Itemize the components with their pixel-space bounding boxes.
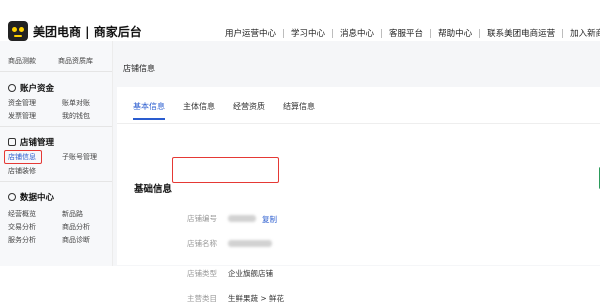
sidebar-item-bill-reconcile[interactable]: 账单对账: [62, 98, 90, 108]
sidebar-item-store-decoration[interactable]: 店铺装修: [8, 166, 36, 176]
tab-qualifications[interactable]: 经营资质: [233, 101, 265, 120]
group-title-label: 店铺管理: [20, 138, 55, 148]
sidebar-group-account-funds[interactable]: 账户资金: [8, 82, 54, 94]
tab-bar: 基本信息 主体信息 经营资质 结算信息: [133, 101, 333, 120]
nav-help[interactable]: 帮助中心: [431, 27, 479, 39]
sidebar-item-product-analysis[interactable]: 商品分析: [62, 222, 90, 232]
sidebar-item-trade-analysis[interactable]: 交易分析: [8, 222, 36, 232]
page-title: 店铺信息: [123, 64, 155, 73]
brand[interactable]: 美团电商 | 商家后台: [8, 21, 142, 41]
tab-basic-info[interactable]: 基本信息: [133, 101, 165, 120]
nav-messages[interactable]: 消息中心: [333, 27, 381, 39]
group-title-label: 数据中心: [20, 193, 55, 203]
nav-customer-service[interactable]: 客服平台: [382, 27, 430, 39]
store-type-value: 企业旗舰店铺: [228, 269, 273, 278]
sidebar-divider: [0, 126, 112, 127]
wallet-icon: [8, 84, 16, 92]
sidebar-divider: [0, 71, 112, 72]
data-icon: [8, 193, 16, 201]
tab-settlement-info[interactable]: 结算信息: [283, 101, 315, 120]
store-name-value-redacted: [228, 240, 272, 247]
sidebar-top-items: 商品测款 商品资质库: [8, 56, 93, 66]
nav-contact-ops[interactable]: 联系美团电商运营: [480, 27, 562, 39]
store-icon: [8, 138, 16, 146]
top-header: 美团电商 | 商家后台 用户运营中心 学习中心 消息中心 客服平台 帮助中心 联…: [0, 0, 600, 42]
sidebar-item-business-overview[interactable]: 经营概览: [8, 209, 36, 219]
highlight-store-info: [4, 150, 42, 164]
store-type-label: 店铺类型: [187, 269, 217, 278]
sidebar-item-product-test[interactable]: 商品测款: [8, 56, 36, 66]
sidebar-item-service-analysis[interactable]: 服务分析: [8, 235, 36, 245]
nav-user-ops[interactable]: 用户运营中心: [218, 27, 283, 39]
sidebar-item-new-product-path[interactable]: 新品路: [62, 209, 83, 219]
meituan-logo-icon: [8, 21, 28, 41]
sidebar-item-invoice-mgmt[interactable]: 发票管理: [8, 111, 36, 121]
sidebar-item-fund-mgmt[interactable]: 资金管理: [8, 98, 36, 108]
copy-button[interactable]: 复制: [262, 214, 277, 225]
tab-divider: [117, 123, 600, 124]
brand-title: 美团电商 | 商家后台: [33, 24, 142, 39]
sidebar-item-my-wallet[interactable]: 我的钱包: [62, 111, 90, 121]
sidebar-divider: [0, 181, 112, 182]
main-category-value: 生鲜果蔬 > 鲜花: [228, 294, 285, 303]
sidebar-group-store-mgmt[interactable]: 店铺管理: [8, 136, 54, 148]
section-title: 基础信息: [134, 184, 173, 195]
main-category-label: 主营类目: [187, 294, 217, 303]
sidebar-item-sub-accounts[interactable]: 子账号管理: [62, 152, 97, 162]
group-title-label: 账户资金: [20, 84, 55, 94]
main-content: 店铺信息 基本信息 主体信息 经营资质 结算信息 基础信息 店铺编号 复制 店铺…: [113, 41, 600, 303]
store-name-label: 店铺名称: [187, 239, 217, 248]
nav-join-training[interactable]: 加入新商家训: [563, 27, 600, 39]
highlight-store-id-row: [172, 157, 279, 183]
top-nav: 用户运营中心 学习中心 消息中心 客服平台 帮助中心 联系美团电商运营 加入新商…: [218, 27, 600, 39]
nav-learning[interactable]: 学习中心: [284, 27, 332, 39]
sidebar-item-product-qualification[interactable]: 商品资质库: [58, 56, 93, 66]
sidebar-item-product-diagnosis[interactable]: 商品诊断: [62, 235, 90, 245]
tab-entity-info[interactable]: 主体信息: [183, 101, 215, 120]
store-id-label: 店铺编号: [187, 214, 217, 223]
sidebar-group-data-center[interactable]: 数据中心: [8, 191, 54, 203]
store-id-value-redacted: [228, 215, 256, 222]
